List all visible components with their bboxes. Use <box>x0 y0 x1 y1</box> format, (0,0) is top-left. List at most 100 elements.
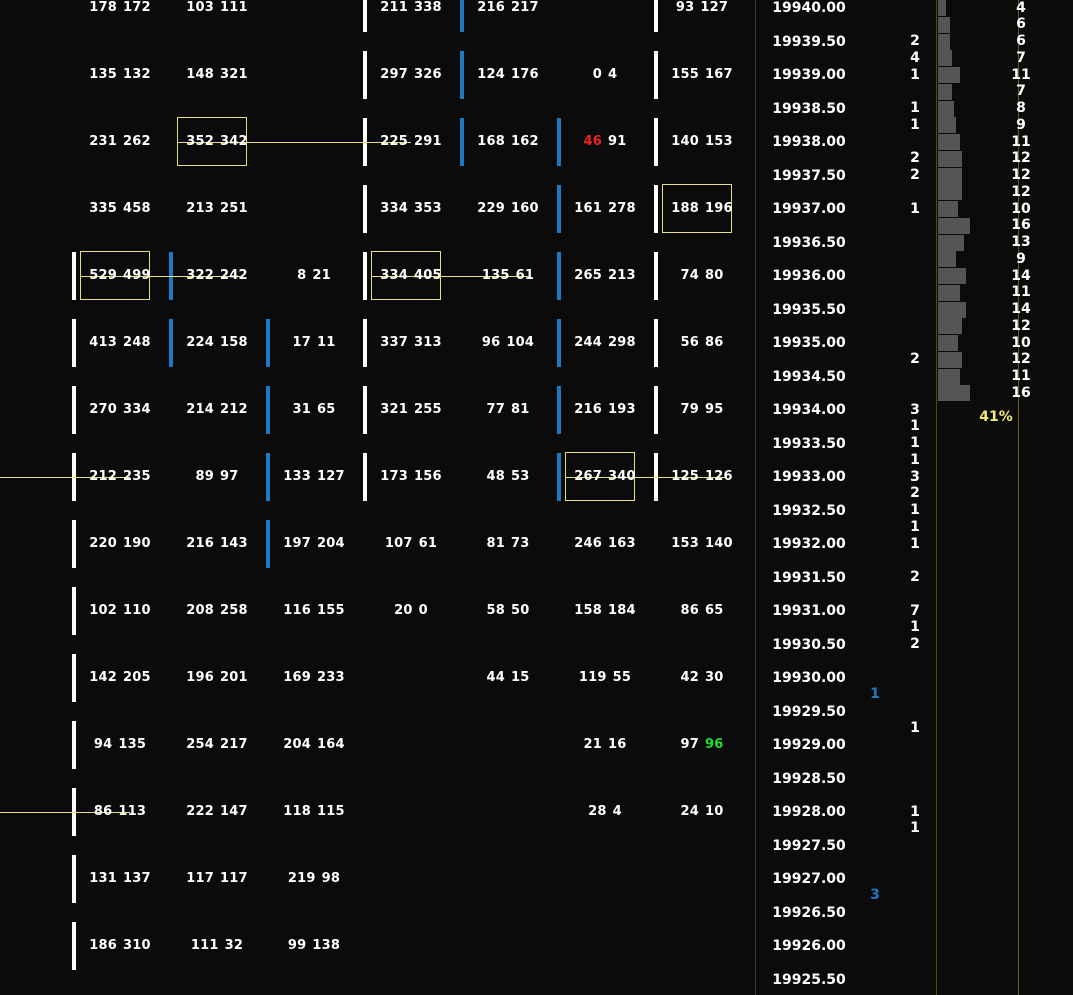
footprint-cell[interactable]: 28 4 <box>560 802 650 822</box>
footprint-cell[interactable]: 124 176 <box>463 65 553 85</box>
footprint-cell[interactable]: 197 204 <box>269 534 359 554</box>
ask-volume: 176 <box>511 67 539 82</box>
footprint-chart[interactable]: 178 172 135 132 231 262 335 458 529 499 413 248 270 3… <box>0 0 1073 995</box>
footprint-cell[interactable]: 86 113 <box>75 802 165 822</box>
footprint-cell[interactable]: 204 164 <box>269 735 359 755</box>
footprint-cell[interactable]: 168 162 <box>463 132 553 152</box>
footprint-cell[interactable]: 42 30 <box>657 668 747 688</box>
footprint-cell[interactable]: 107 61 <box>366 534 456 554</box>
footprint-cell[interactable]: 04 <box>560 65 650 85</box>
footprint-cell[interactable]: 74 80 <box>657 266 747 286</box>
ask-volume: 172 <box>123 0 151 15</box>
footprint-cell[interactable]: 77 81 <box>463 400 553 420</box>
footprint-cell[interactable]: 222 147 <box>172 802 262 822</box>
footprint-cell[interactable]: 231 262 <box>75 132 165 152</box>
trade-count: 1 <box>910 418 920 435</box>
footprint-cell[interactable]: 89 97 <box>172 467 262 487</box>
footprint-cell[interactable]: 119 55 <box>560 668 650 688</box>
footprint-cell[interactable]: 216 193 <box>560 400 650 420</box>
ask-volume: 217 <box>511 0 539 15</box>
footprint-cell[interactable]: 24 10 <box>657 802 747 822</box>
footprint-cell[interactable]: 97 96 <box>657 735 747 755</box>
bid-volume: 77 <box>486 402 505 417</box>
footprint-cell[interactable]: 335 458 <box>75 199 165 219</box>
footprint-cell[interactable]: 265 213 <box>560 266 650 286</box>
footprint-cell[interactable]: 111 32 <box>172 936 262 956</box>
trade-count: 1 <box>910 100 920 116</box>
footprint-cell[interactable]: 158 184 <box>560 601 650 621</box>
footprint-cell[interactable]: 169 233 <box>269 668 359 688</box>
price-label: 19928.50 <box>772 770 846 787</box>
footprint-cell[interactable]: 125 126 <box>657 467 747 487</box>
footprint-cell[interactable]: 86 65 <box>657 601 747 621</box>
footprint-cell[interactable]: 31 65 <box>269 400 359 420</box>
footprint-cell[interactable]: 161 278 <box>560 199 650 219</box>
footprint-cell[interactable]: 148 321 <box>172 65 262 85</box>
footprint-cell[interactable]: 224 158 <box>172 333 262 353</box>
footprint-cell[interactable]: 216 217 <box>463 0 553 18</box>
footprint-cell[interactable]: 118 115 <box>269 802 359 822</box>
footprint-cell[interactable]: 188 196 <box>657 199 747 219</box>
price-label: 19932.50 <box>772 502 846 519</box>
footprint-cell[interactable]: 212 235 <box>75 467 165 487</box>
footprint-cell[interactable]: 96 104 <box>463 333 553 353</box>
footprint-cell[interactable]: 219 98 <box>269 869 359 889</box>
footprint-cell[interactable]: 186 310 <box>75 936 165 956</box>
footprint-cell[interactable]: 321 255 <box>366 400 456 420</box>
footprint-cell[interactable]: 20 0 <box>366 601 456 621</box>
footprint-cell[interactable]: 93 127 <box>657 0 747 18</box>
footprint-cell[interactable]: 244 298 <box>560 333 650 353</box>
footprint-cell[interactable]: 413 248 <box>75 333 165 353</box>
footprint-cell[interactable]: 135 132 <box>75 65 165 85</box>
footprint-cell[interactable]: 337 313 <box>366 333 456 353</box>
footprint-cell[interactable]: 99 138 <box>269 936 359 956</box>
footprint-cell[interactable]: 142 205 <box>75 668 165 688</box>
footprint-cell[interactable]: 267 340 <box>560 467 650 487</box>
footprint-cell[interactable]: 254 217 <box>172 735 262 755</box>
footprint-cell[interactable]: 334 353 <box>366 199 456 219</box>
footprint-cell[interactable]: 196 201 <box>172 668 262 688</box>
footprint-cell[interactable]: 270 334 <box>75 400 165 420</box>
footprint-cell[interactable]: 81 73 <box>463 534 553 554</box>
footprint-cell[interactable]: 216 143 <box>172 534 262 554</box>
footprint-cell[interactable]: 44 15 <box>463 668 553 688</box>
footprint-cell[interactable]: 79 95 <box>657 400 747 420</box>
profile-bar <box>938 0 946 16</box>
footprint-cell[interactable]: 211 338 <box>366 0 456 18</box>
profile-bar <box>938 301 966 318</box>
price-axis-divider <box>755 0 756 995</box>
footprint-cell[interactable]: 48 53 <box>463 467 553 487</box>
footprint-cell[interactable]: 352 342 <box>172 132 262 152</box>
footprint-cell[interactable]: 229 160 <box>463 199 553 219</box>
footprint-cell[interactable]: 102 110 <box>75 601 165 621</box>
footprint-cell[interactable]: 322 242 <box>172 266 262 286</box>
trade-count: 2 <box>910 485 920 502</box>
footprint-cell[interactable]: 131 137 <box>75 869 165 889</box>
footprint-cell[interactable]: 117 117 <box>172 869 262 889</box>
footprint-cell[interactable]: 153 140 <box>657 534 747 554</box>
footprint-cell[interactable]: 8 21 <box>269 266 359 286</box>
footprint-cell[interactable]: 133 127 <box>269 467 359 487</box>
footprint-cell[interactable]: 56 86 <box>657 333 747 353</box>
footprint-cell[interactable]: 155 167 <box>657 65 747 85</box>
footprint-cell[interactable]: 178 172 <box>75 0 165 18</box>
footprint-cell[interactable]: 225 291 <box>366 132 456 152</box>
footprint-cell[interactable]: 58 50 <box>463 601 553 621</box>
footprint-cell[interactable]: 214 212 <box>172 400 262 420</box>
footprint-cell[interactable]: 21 16 <box>560 735 650 755</box>
footprint-cell[interactable]: 334 405 <box>366 266 456 286</box>
footprint-cell[interactable]: 246 163 <box>560 534 650 554</box>
footprint-cell[interactable]: 529 499 <box>75 266 165 286</box>
footprint-cell[interactable]: 17 11 <box>269 333 359 353</box>
footprint-cell[interactable]: 135 61 <box>463 266 553 286</box>
footprint-cell[interactable]: 116 155 <box>269 601 359 621</box>
footprint-cell[interactable]: 208 258 <box>172 601 262 621</box>
footprint-cell[interactable]: 297 326 <box>366 65 456 85</box>
footprint-cell[interactable]: 220 190 <box>75 534 165 554</box>
footprint-cell[interactable]: 213 251 <box>172 199 262 219</box>
footprint-cell[interactable]: 103 111 <box>172 0 262 18</box>
footprint-cell[interactable]: 173 156 <box>366 467 456 487</box>
footprint-cell[interactable]: 140 153 <box>657 132 747 152</box>
footprint-cell[interactable]: 46 91 <box>560 132 650 152</box>
footprint-cell[interactable]: 94 135 <box>75 735 165 755</box>
